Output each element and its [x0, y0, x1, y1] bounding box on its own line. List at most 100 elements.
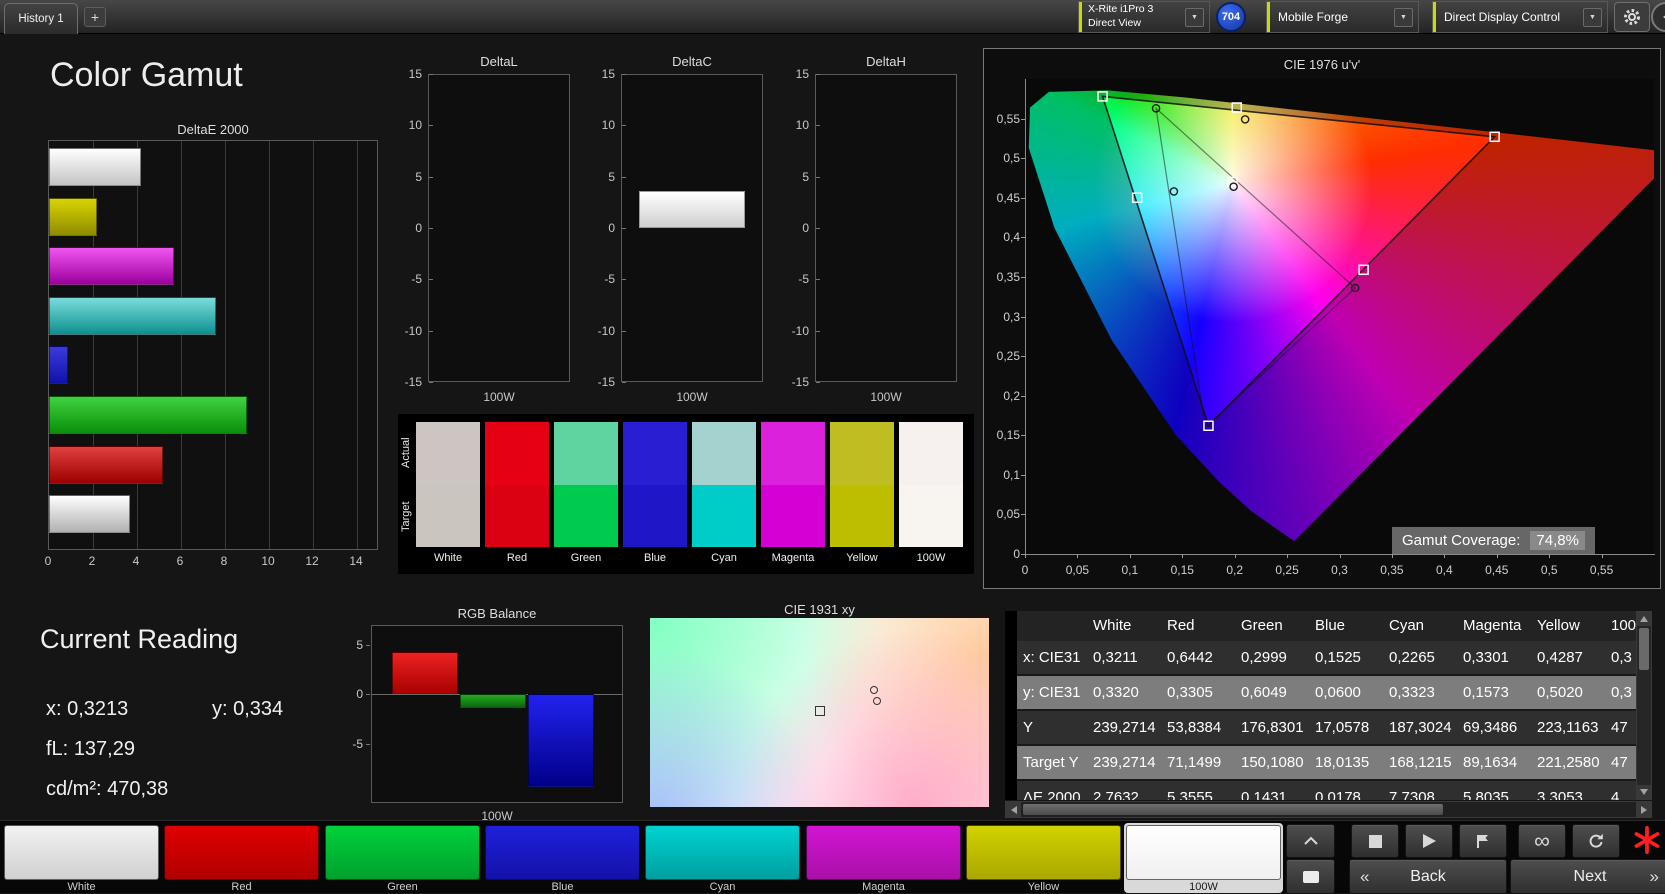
patch-button-green[interactable]: Green	[323, 823, 482, 893]
scroll-left-button[interactable]	[1006, 802, 1021, 817]
tab-history-1[interactable]: History 1	[4, 3, 78, 34]
add-tab-button[interactable]: +	[84, 7, 106, 27]
y-tick-label: 10	[775, 117, 809, 133]
alert-button[interactable]	[1630, 824, 1664, 856]
cell: 0,3	[1607, 641, 1636, 676]
collapse-pattern-bar-button[interactable]	[1286, 824, 1335, 858]
cell: 7,7308	[1385, 781, 1459, 800]
plot-area	[621, 74, 763, 382]
y-tick-label: 0,25	[984, 348, 1020, 364]
cell: 221,2580	[1533, 746, 1607, 781]
y-tick-label: 0,55	[984, 111, 1020, 127]
triangle-down-icon	[1640, 789, 1648, 795]
reading-fl-label: fL:	[46, 738, 68, 760]
collapse-panel-button[interactable]	[1651, 2, 1665, 32]
reference-point-marker	[1228, 177, 1237, 186]
cell: 17,0578	[1311, 711, 1385, 746]
patch-button-100w[interactable]: 100W	[1124, 823, 1283, 893]
cell: 0,3305	[1163, 676, 1237, 711]
next-button[interactable]: Next »	[1510, 859, 1665, 894]
patch-label: Magenta	[804, 881, 963, 893]
row-label: Target Y	[1019, 746, 1089, 781]
deltae-bar-green	[49, 396, 247, 434]
deltah-chart: DeltaH 100W 151050-5-10-15	[775, 54, 957, 404]
cell: 47	[1607, 746, 1636, 781]
patch-label: Red	[162, 881, 321, 893]
chevron-down-icon[interactable]: ▼	[1583, 8, 1602, 27]
y-tick-mark	[429, 74, 433, 75]
table-row[interactable]: Y239,271453,8384176,830117,0578187,30246…	[1017, 711, 1636, 746]
scrollbar-thumb[interactable]	[1023, 804, 1443, 815]
x-axis-label: 100W	[815, 390, 957, 404]
meter-dropdown[interactable]: X-Rite i1Pro 3 Direct View ▼	[1078, 1, 1210, 33]
flag-button[interactable]	[1459, 824, 1507, 858]
patch-button-blue[interactable]: Blue	[483, 823, 642, 893]
cell: 0,2265	[1385, 641, 1459, 676]
chevron-down-icon[interactable]: ▼	[1394, 8, 1413, 27]
y-tick-label: -5	[333, 736, 363, 752]
settings-button[interactable]	[1614, 2, 1650, 32]
table-horizontal-scrollbar[interactable]	[1005, 801, 1652, 818]
x-tick-mark	[1340, 554, 1341, 558]
x-tick-mark	[1497, 554, 1498, 558]
patch-button-white[interactable]: White	[2, 823, 161, 893]
loop-button[interactable]: ∞	[1518, 824, 1566, 858]
reference-point-marker	[815, 706, 825, 716]
y-tick-mark	[622, 177, 626, 178]
cell: 239,2714	[1089, 746, 1163, 781]
deltae-chart-title: DeltaE 2000	[48, 122, 378, 137]
deltae-bar-magenta	[49, 247, 174, 285]
cie-1931-panel	[650, 618, 989, 807]
table-row[interactable]: Target Y239,271471,1499150,108018,013516…	[1017, 746, 1636, 781]
reading-y-value: 0,334	[233, 698, 283, 720]
gamut-overlay	[1025, 79, 1654, 554]
y-tick-label: 0,5	[984, 150, 1020, 166]
chevron-down-icon[interactable]: ▼	[1185, 8, 1204, 27]
refresh-button[interactable]	[1572, 824, 1620, 858]
scroll-down-button[interactable]	[1637, 785, 1651, 799]
cell: 5,8035	[1459, 781, 1533, 800]
x-tick-mark	[1287, 554, 1288, 558]
y-tick-label: -10	[775, 323, 809, 339]
patch-button-cyan[interactable]: Cyan	[643, 823, 802, 893]
x-tick-mark	[1077, 554, 1078, 558]
y-tick-mark	[366, 744, 370, 745]
patch-color	[645, 825, 800, 880]
x-tick-mark	[1549, 554, 1550, 558]
scrollbar-thumb[interactable]	[1639, 628, 1649, 670]
play-button[interactable]	[1405, 824, 1453, 858]
cell: 5,3555	[1163, 781, 1237, 800]
back-button[interactable]: « Back	[1349, 859, 1507, 894]
y-tick-label: -15	[581, 374, 615, 390]
y-tick-mark	[1021, 158, 1025, 159]
y-tick-mark	[1021, 198, 1025, 199]
patch-button-red[interactable]: Red	[162, 823, 321, 893]
y-tick-label: 0,35	[984, 269, 1020, 285]
reading-cd: cd/m²: 470,38	[46, 778, 168, 801]
y-tick-mark	[816, 228, 820, 229]
y-tick-label: 15	[775, 66, 809, 82]
stop-button[interactable]	[1351, 824, 1399, 858]
y-tick-label: 5	[333, 637, 363, 653]
table-row[interactable]: y: CIE310,33200,33050,60490,06000,33230,…	[1017, 676, 1636, 711]
triangle-up-icon	[1640, 616, 1648, 622]
chevron-left-icon: «	[1360, 867, 1369, 887]
triangle-left-icon	[1011, 806, 1017, 814]
table-row[interactable]: ΔE 20002,76325,35550,14310,01787,73085,8…	[1017, 781, 1636, 800]
row-label: x: CIE31	[1019, 641, 1089, 676]
scroll-up-button[interactable]	[1637, 612, 1651, 626]
scroll-right-button[interactable]	[1636, 802, 1651, 817]
display-control-dropdown[interactable]: Direct Display Control ▼	[1432, 1, 1608, 33]
table-row[interactable]: x: CIE310,32110,64420,29990,15250,22650,…	[1017, 641, 1636, 676]
column-header: White	[1089, 611, 1163, 641]
y-tick-label: -5	[775, 271, 809, 287]
patch-button-magenta[interactable]: Magenta	[804, 823, 963, 893]
column-header: Red	[1163, 611, 1237, 641]
display-window-button[interactable]	[1286, 859, 1335, 894]
table-vertical-scrollbar[interactable]	[1636, 611, 1652, 800]
y-tick-mark	[1021, 435, 1025, 436]
workflow-dropdown[interactable]: Mobile Forge ▼	[1266, 1, 1419, 33]
patch-button-yellow[interactable]: Yellow	[964, 823, 1123, 893]
y-tick-label: -15	[775, 374, 809, 390]
pattern-bar: WhiteRedGreenBlueCyanMagentaYellow100W ∞	[0, 820, 1665, 893]
